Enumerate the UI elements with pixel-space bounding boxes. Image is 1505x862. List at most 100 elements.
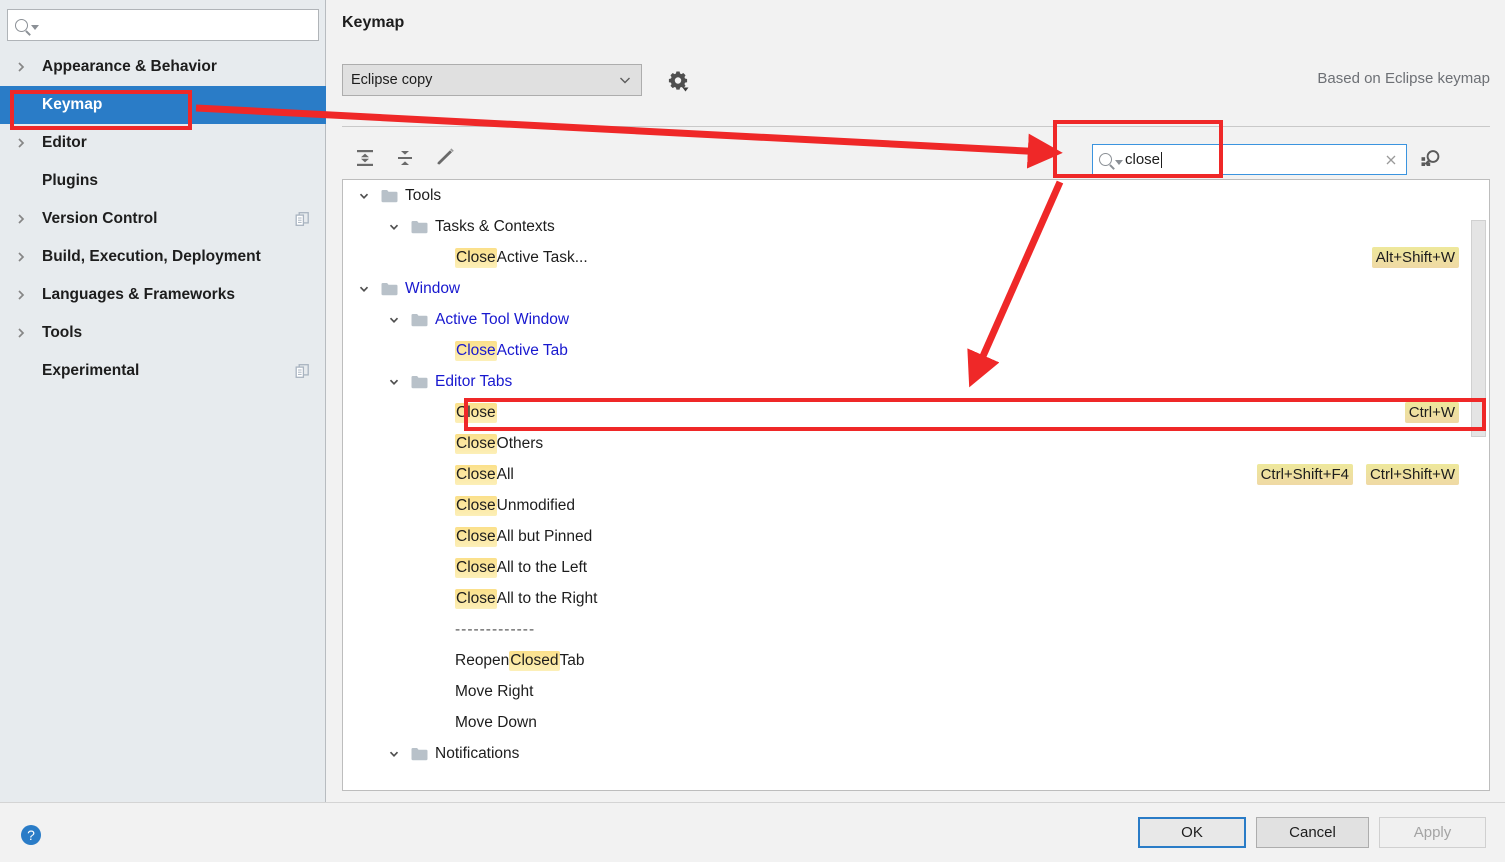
search-icon <box>1099 153 1112 166</box>
shortcut-badge: Ctrl+Shift+F4 <box>1256 464 1353 485</box>
folder-icon <box>381 282 398 296</box>
tree-scrollbar-track[interactable] <box>1471 181 1488 790</box>
sidebar-item-build-execution-deployment[interactable]: Build, Execution, Deployment <box>0 238 326 276</box>
tree-action-row[interactable]: Reopen Closed Tab <box>343 645 1489 676</box>
scheme-actions-gear-button[interactable] <box>664 67 692 95</box>
find-by-shortcut-icon[interactable] <box>1416 145 1444 173</box>
sidebar-item-label: Editor <box>42 134 87 151</box>
chevron-right-icon[interactable] <box>14 289 28 301</box>
chevron-down-icon[interactable] <box>357 189 371 203</box>
chevron-right-icon[interactable] <box>14 327 28 339</box>
chevron-down-icon[interactable] <box>387 220 401 234</box>
search-match-highlight: Close <box>455 340 497 361</box>
copy-settings-icon[interactable] <box>295 212 310 227</box>
chevron-down-icon[interactable] <box>387 375 401 389</box>
tree-group-row[interactable]: Tasks & Contexts <box>343 211 1489 242</box>
chevron-right-icon[interactable] <box>14 213 28 225</box>
shortcut-badges: Ctrl+Shift+F4 Ctrl+Shift+W <box>1256 459 1459 490</box>
collapse-all-icon[interactable] <box>390 143 420 173</box>
sidebar-search-input[interactable] <box>43 16 283 34</box>
sidebar-item-appearance-behavior[interactable]: Appearance & Behavior <box>0 48 326 86</box>
folder-icon <box>411 375 428 389</box>
keymap-search-field[interactable]: close <box>1092 144 1407 175</box>
page-title: Keymap <box>342 14 405 31</box>
settings-dialog: Appearance & Behavior Keymap Editor Plugins… <box>0 0 1505 862</box>
tree-action-row[interactable]: Close All Ctrl+Shift+F4 Ctrl+Shift+W <box>343 459 1489 490</box>
tree-group-row[interactable]: Window <box>343 273 1489 304</box>
label-text: All <box>496 465 514 483</box>
folder-icon <box>411 313 428 327</box>
edit-shortcut-icon[interactable] <box>430 143 460 173</box>
tree-group-row[interactable]: Notifications <box>343 738 1489 769</box>
keymap-selector-row: Eclipse copy Based on Eclipse keymap <box>342 64 1490 97</box>
tree-row-label: Reopen Closed Tab <box>455 650 585 671</box>
sidebar-item-label: Languages & Frameworks <box>42 286 235 303</box>
sidebar-item-tools[interactable]: Tools <box>0 314 326 352</box>
label-text: Reopen <box>455 651 510 669</box>
tree-action-row[interactable]: Close Unmodified <box>343 490 1489 521</box>
label-text: All but Pinned <box>496 527 593 545</box>
label-text: All to the Left <box>496 558 588 576</box>
copy-settings-icon[interactable] <box>295 364 310 379</box>
label-text: Tasks & Contexts <box>435 217 555 235</box>
tree-action-row[interactable]: Close All to the Right <box>343 583 1489 614</box>
tree-action-row[interactable]: Close Ctrl+W <box>343 397 1489 428</box>
sidebar-item-keymap[interactable]: Keymap <box>0 86 326 124</box>
tree-action-row[interactable]: Close Others <box>343 428 1489 459</box>
shortcut-badges: Alt+Shift+W <box>1371 242 1459 273</box>
chevron-down-icon[interactable] <box>387 313 401 327</box>
clear-search-icon[interactable] <box>1384 153 1398 167</box>
tree-scrollbar-thumb[interactable] <box>1471 220 1486 437</box>
label-text: Move Right <box>455 682 534 700</box>
tree-row-label: Active Tool Window <box>435 311 569 329</box>
tree-row-label: Move Right <box>455 683 533 701</box>
chevron-down-icon[interactable] <box>357 282 371 296</box>
tree-row-label: Close <box>455 402 497 423</box>
keymap-select[interactable]: Eclipse copy <box>342 64 642 96</box>
tree-action-row[interactable]: Move Down <box>343 707 1489 738</box>
tree-group-row[interactable]: Editor Tabs <box>343 366 1489 397</box>
sidebar-item-experimental[interactable]: Experimental <box>0 352 326 390</box>
shortcut-badge: Ctrl+W <box>1404 402 1459 423</box>
sidebar-search-box[interactable] <box>7 9 319 41</box>
tree-row-label: Close Active Tab <box>455 340 568 361</box>
tree-separator-row: ------------- <box>343 614 1489 645</box>
keymap-tree[interactable]: Tools Tasks & Contexts Close Active Task..… <box>342 179 1490 791</box>
chevron-right-icon[interactable] <box>14 251 28 263</box>
chevron-right-icon[interactable] <box>14 61 28 73</box>
tree-action-row[interactable]: Close All to the Left <box>343 552 1489 583</box>
tree-group-row[interactable]: Active Tool Window <box>343 304 1489 335</box>
sidebar-item-version-control[interactable]: Version Control <box>0 200 326 238</box>
tree-action-row[interactable]: Move Right <box>343 676 1489 707</box>
chevron-down-icon[interactable] <box>387 747 401 761</box>
tree-row-label: Close All to the Left <box>455 557 588 578</box>
chevron-down-icon <box>1115 159 1123 165</box>
label-text: Active Tool Window <box>435 310 570 328</box>
search-match-highlight: Close <box>455 433 497 454</box>
chevron-right-icon[interactable] <box>14 137 28 149</box>
tree-row-label: Close All but Pinned <box>455 526 593 547</box>
tree-action-row[interactable]: Close Active Task... Alt+Shift+W <box>343 242 1489 273</box>
cancel-button[interactable]: Cancel <box>1256 817 1369 848</box>
ok-button[interactable]: OK <box>1138 817 1246 848</box>
based-on-label: Based on Eclipse keymap <box>1317 70 1490 87</box>
text-caret <box>1161 151 1163 168</box>
sidebar-item-plugins[interactable]: Plugins <box>0 162 326 200</box>
tree-row-label: Tasks & Contexts <box>435 218 555 236</box>
search-match-highlight: Close <box>455 588 497 609</box>
tree-group-row[interactable]: Tools <box>343 180 1489 211</box>
sidebar-item-languages-frameworks[interactable]: Languages & Frameworks <box>0 276 326 314</box>
search-match-highlight: Close <box>455 557 497 578</box>
search-match-highlight: Close <box>455 247 497 268</box>
shortcut-badge: Alt+Shift+W <box>1371 247 1459 268</box>
sidebar-item-editor[interactable]: Editor <box>0 124 326 162</box>
tree-action-row[interactable]: Close Active Tab <box>343 335 1489 366</box>
keymap-search-value: close <box>1125 151 1161 168</box>
label-text: Move Down <box>455 713 537 731</box>
tree-row-label: Window <box>405 280 460 298</box>
tree-action-row[interactable]: Close All but Pinned <box>343 521 1489 552</box>
expand-all-icon[interactable] <box>350 143 380 173</box>
svg-text:?: ? <box>27 827 35 843</box>
help-button[interactable]: ? <box>20 824 42 846</box>
label-text: Editor Tabs <box>435 372 513 390</box>
